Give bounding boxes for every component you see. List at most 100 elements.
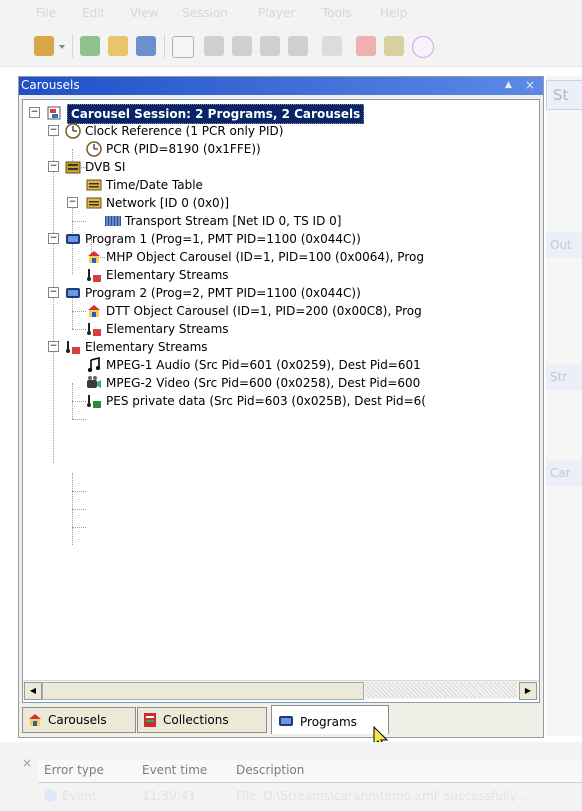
tree-node-clock-reference[interactable]: − Clock Reference (1 PCR only PID) (48, 122, 528, 140)
scroll-left-button[interactable]: ◀ (24, 682, 42, 700)
menu-session[interactable]: Session (182, 6, 228, 20)
section-carousels[interactable]: Car (546, 460, 582, 486)
plugin-icon[interactable] (356, 36, 376, 56)
window-icon[interactable] (172, 36, 194, 58)
collapse-toggle[interactable]: − (48, 125, 59, 136)
menu-tools[interactable]: Tools (322, 6, 352, 20)
open-folder-icon[interactable] (108, 36, 128, 56)
collapse-toggle[interactable]: − (48, 341, 59, 352)
menu-help[interactable]: Help (380, 6, 407, 20)
stop-icon[interactable] (260, 36, 280, 56)
tab-label: Programs (300, 715, 357, 729)
section-streams[interactable]: Str (546, 364, 582, 390)
scroll-right-button[interactable]: ▶ (519, 682, 537, 700)
tree-connector (72, 221, 86, 222)
horizontal-scrollbar[interactable]: ◀ ▶ (23, 680, 539, 700)
streams-icon (65, 339, 81, 355)
audio-icon (86, 356, 102, 373)
scroll-track[interactable] (365, 682, 517, 698)
tree-node-mhp-carousel[interactable]: MHP Object Carousel (ID=1, PID=100 (0x00… (86, 248, 526, 266)
pin-button[interactable]: ▲ (505, 80, 512, 90)
tree-node-program-2[interactable]: − Program 2 (Prog=2, PMT PID=1100 (0x044… (48, 284, 528, 302)
tree-label: PES private data (Src Pid=603 (0x025B), … (106, 394, 426, 408)
streams-icon (86, 267, 102, 283)
properties-header: St (546, 80, 582, 110)
collapse-toggle[interactable]: − (48, 233, 59, 244)
section-output[interactable]: Out (546, 232, 582, 258)
toolbar-separator (164, 34, 165, 58)
tree-connector (72, 527, 86, 528)
tree-label: Time/Date Table (106, 178, 203, 192)
clock-icon (65, 123, 81, 139)
tab-programs[interactable]: Programs (271, 705, 389, 734)
dropdown-arrow-icon[interactable] (58, 36, 66, 56)
tree-connector (72, 509, 86, 510)
tree-connector (72, 329, 86, 330)
collapse-toggle[interactable]: − (67, 197, 78, 208)
ts-icon[interactable] (412, 36, 434, 58)
properties-panel: St Out Str Car (546, 76, 582, 736)
table-icon (86, 177, 102, 193)
tab-collections[interactable]: Collections (137, 707, 267, 733)
tree-node-transport-stream[interactable]: Transport Stream [Net ID 0, TS ID 0] (105, 212, 525, 230)
event-log-panel: × Error type Event time Description Even… (0, 742, 582, 811)
tree-node-dtt-carousel[interactable]: DTT Object Carousel (ID=1, PID=200 (0x00… (86, 302, 526, 320)
pes-data-icon (86, 393, 102, 409)
collapse-toggle[interactable]: − (48, 161, 59, 172)
save-icon[interactable] (136, 36, 156, 56)
play-icon[interactable] (204, 36, 224, 56)
tree-node-pcr[interactable]: PCR (PID=8190 (0x1FFE)) (86, 140, 526, 158)
tree-node-session[interactable]: − Carousel Session: 2 Programs, 2 Carous… (29, 104, 529, 124)
tree-node-mpeg1-audio[interactable]: MPEG-1 Audio (Src Pid=601 (0x0259), Dest… (86, 356, 526, 374)
tree-node-elementary-streams[interactable]: Elementary Streams (86, 320, 526, 338)
log-column-headers: Error type Event time Description (38, 760, 582, 783)
tab-carousels[interactable]: Carousels (22, 707, 136, 733)
tree-node-mpeg2-video[interactable]: MPEG-2 Video (Src Pid=600 (0x0258), Dest… (86, 374, 526, 392)
log-row[interactable]: Event 11:39:41 File 'D:\Streams\carann\t… (38, 786, 582, 806)
tree-node-pes-private-data[interactable]: PES private data (Src Pid=603 (0x025B), … (86, 392, 526, 410)
column-event-time[interactable]: Event time (142, 763, 207, 777)
pause-icon[interactable] (232, 36, 252, 56)
session-icon (46, 105, 62, 121)
tree-node-network[interactable]: − Network [ID 0 (0x0)] (67, 194, 527, 212)
tree-label: MPEG-2 Video (Src Pid=600 (0x0258), Dest… (106, 376, 421, 390)
tree-node-program-1[interactable]: − Program 1 (Prog=1, PMT PID=1100 (0x044… (48, 230, 528, 248)
record-icon[interactable] (288, 36, 308, 56)
panel-tabs: Carousels Collections Programs (19, 705, 543, 737)
program-icon (65, 285, 81, 301)
new-item-icon[interactable] (80, 36, 100, 56)
media-icon[interactable] (384, 36, 404, 56)
tree-node-elementary-streams[interactable]: Elementary Streams (86, 266, 526, 284)
tree-node-time-date-table[interactable]: Time/Date Table (86, 176, 526, 194)
menu-player[interactable]: Player (258, 6, 295, 20)
tree-label: Elementary Streams (106, 322, 229, 336)
log-close-button[interactable]: × (22, 756, 32, 770)
toolbar-separator (72, 34, 73, 58)
menu-file[interactable]: File (36, 6, 56, 20)
tree-connector (72, 419, 86, 420)
collapse-toggle[interactable]: − (48, 287, 59, 298)
scroll-thumb[interactable] (42, 682, 364, 700)
panel-title: Carousels (21, 78, 80, 92)
new-carousel-icon[interactable] (34, 36, 54, 56)
menu-edit[interactable]: Edit (82, 6, 105, 20)
tree-label: Elementary Streams (85, 340, 208, 354)
carousel-tree: − Carousel Session: 2 Programs, 2 Carous… (22, 99, 540, 703)
settings-icon[interactable] (322, 36, 342, 56)
tree-node-dvb-si[interactable]: − DVB SI (48, 158, 528, 176)
collapse-toggle[interactable]: − (29, 107, 40, 118)
properties-title: St (553, 86, 569, 104)
column-description[interactable]: Description (236, 763, 304, 777)
panel-close-button[interactable]: × (525, 78, 535, 92)
tree-node-elementary-streams-root[interactable]: − Elementary Streams (48, 338, 528, 356)
info-icon (44, 789, 57, 802)
streams-icon (86, 321, 102, 337)
tab-label: Collections (163, 713, 229, 727)
column-error-type[interactable]: Error type (44, 763, 104, 777)
panel-title-bar: Carousels ▲ × (19, 77, 543, 95)
collections-icon (142, 712, 158, 728)
tree-label: Program 2 (Prog=2, PMT PID=1100 (0x044C)… (85, 286, 361, 300)
menu-view[interactable]: View (130, 6, 158, 20)
menu-bar: File Edit View Session Player Tools Help (0, 0, 582, 26)
tree-label: DVB SI (85, 160, 126, 174)
